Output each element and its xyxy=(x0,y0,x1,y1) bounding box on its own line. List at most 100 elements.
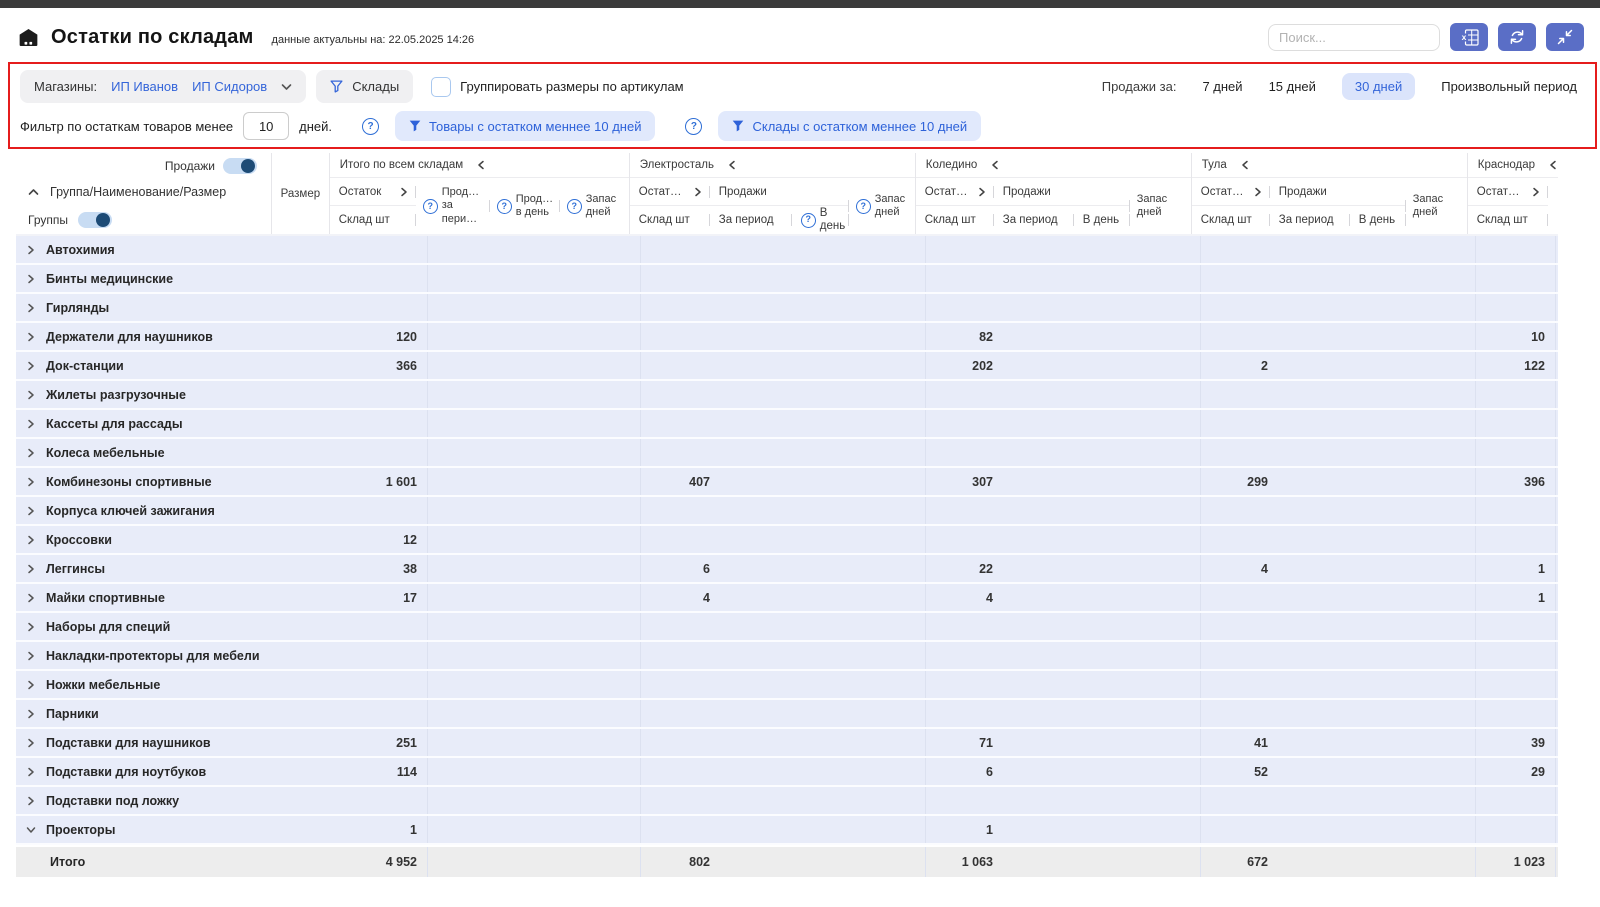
collapse-view-button[interactable] xyxy=(1546,23,1584,51)
chevron-right-icon[interactable] xyxy=(26,796,36,806)
table-row[interactable]: Гирлянды xyxy=(16,294,1558,323)
table-row[interactable]: Кассеты для рассады xyxy=(16,410,1558,439)
table-row[interactable]: Парники xyxy=(16,700,1558,729)
chevron-right-icon[interactable] xyxy=(26,332,36,342)
shops-selector[interactable]: Магазины: ИП Иванов ИП Сидоров xyxy=(20,70,307,103)
chevron-right-icon[interactable] xyxy=(26,564,36,574)
group-name-cell[interactable]: Жилеты разгрузочные xyxy=(16,381,281,408)
period-custom[interactable]: Произвольный период xyxy=(1441,79,1577,94)
chevron-right-icon[interactable] xyxy=(26,245,36,255)
stock-days-input[interactable] xyxy=(243,112,290,140)
chevron-right-icon[interactable] xyxy=(26,622,36,632)
period-15-days[interactable]: 15 дней xyxy=(1269,79,1316,94)
collapse-section-icon[interactable] xyxy=(476,160,486,170)
chevron-down-icon[interactable] xyxy=(26,825,36,835)
products-low-stock-button[interactable]: Товары с остатком меннее 10 дней xyxy=(395,111,656,141)
help-icon[interactable] xyxy=(422,198,438,214)
expand-stock-icon[interactable] xyxy=(977,187,987,197)
group-name-cell[interactable]: Колеса мебельные xyxy=(16,439,281,466)
warehouses-filter-button[interactable]: Склады xyxy=(316,70,414,103)
table-row[interactable]: Колеса мебельные xyxy=(16,439,1558,468)
groups-toggle[interactable] xyxy=(77,212,112,228)
refresh-button[interactable] xyxy=(1498,23,1536,51)
period-30-days[interactable]: 30 дней xyxy=(1341,73,1416,100)
table-row[interactable]: Леггинсы 38 6 22 4 1 xyxy=(16,555,1558,584)
group-name-cell[interactable]: Накладки-протекторы для мебели xyxy=(16,642,281,669)
group-name-cell[interactable]: Комбинезоны спортивные xyxy=(16,468,281,495)
expand-stock-icon[interactable] xyxy=(1531,187,1541,197)
collapse-section-icon[interactable] xyxy=(990,160,1000,170)
group-name-cell[interactable]: Наборы для специй xyxy=(16,613,281,640)
chevron-right-icon[interactable] xyxy=(26,738,36,748)
group-name-cell[interactable]: Автохимия xyxy=(16,236,281,263)
chevron-right-icon[interactable] xyxy=(26,361,36,371)
table-row[interactable]: Подставки для ноутбуков 114 6 52 29 xyxy=(16,758,1558,787)
table-row[interactable]: Проекторы 1 1 xyxy=(16,816,1558,845)
search-input[interactable] xyxy=(1268,23,1440,51)
table-row[interactable]: Жилеты разгрузочные xyxy=(16,381,1558,410)
chevron-right-icon[interactable] xyxy=(26,448,36,458)
group-name-cell[interactable]: Парники xyxy=(16,700,281,727)
table-row[interactable]: Бинты медицинские xyxy=(16,265,1558,294)
collapse-section-icon[interactable] xyxy=(727,160,737,170)
help-icon[interactable] xyxy=(800,212,816,228)
chevron-right-icon[interactable] xyxy=(26,680,36,690)
chevron-right-icon[interactable] xyxy=(26,709,36,719)
chevron-right-icon[interactable] xyxy=(26,767,36,777)
table-row[interactable]: Наборы для специй xyxy=(16,613,1558,642)
collapse-section-icon[interactable] xyxy=(1240,160,1250,170)
expand-stock-icon[interactable] xyxy=(1253,187,1263,197)
chevron-right-icon[interactable] xyxy=(26,651,36,661)
chevron-right-icon[interactable] xyxy=(26,419,36,429)
help-icon[interactable] xyxy=(855,198,871,214)
group-name-cell[interactable]: Майки спортивные xyxy=(16,584,281,611)
chevron-down-icon[interactable] xyxy=(281,83,292,91)
help-icon[interactable] xyxy=(496,198,512,214)
period-7-days[interactable]: 7 дней xyxy=(1202,79,1242,94)
table-row[interactable]: Майки спортивные 17 4 4 1 xyxy=(16,584,1558,613)
help-icon[interactable] xyxy=(685,117,703,135)
chevron-up-icon[interactable] xyxy=(28,188,39,196)
sales-toggle[interactable] xyxy=(222,157,257,174)
group-name-cell[interactable]: Подставки под ложку xyxy=(16,787,281,814)
group-name-cell[interactable]: Ножки мебельные xyxy=(16,671,281,698)
chevron-right-icon[interactable] xyxy=(26,274,36,284)
expand-stock-icon[interactable] xyxy=(399,187,409,197)
table-row[interactable]: Ножки мебельные xyxy=(16,671,1558,700)
group-name-cell[interactable]: Проекторы xyxy=(16,816,281,843)
table-row[interactable]: Док-станции 366 202 2 122 xyxy=(16,352,1558,381)
help-icon[interactable] xyxy=(566,198,582,214)
group-sizes-checkbox[interactable] xyxy=(431,76,452,97)
excel-export-button[interactable]: x xyxy=(1450,23,1488,51)
chevron-right-icon[interactable] xyxy=(26,593,36,603)
collapse-section-icon[interactable] xyxy=(1548,160,1558,170)
chevron-right-icon[interactable] xyxy=(26,535,36,545)
group-name-cell[interactable]: Кроссовки xyxy=(16,526,281,553)
table-row[interactable]: Подставки под ложку xyxy=(16,787,1558,816)
chevron-right-icon[interactable] xyxy=(26,477,36,487)
group-name-cell[interactable]: Держатели для наушников xyxy=(16,323,281,350)
group-name-cell[interactable]: Подставки для ноутбуков xyxy=(16,758,281,785)
table-row[interactable]: Комбинезоны спортивные 1 601 407 307 299 396 xyxy=(16,468,1558,497)
chevron-right-icon[interactable] xyxy=(26,303,36,313)
table-row[interactable]: Кроссовки 12 xyxy=(16,526,1558,555)
table-row[interactable]: Держатели для наушников 120 82 10 xyxy=(16,323,1558,352)
table-row[interactable]: Накладки-протекторы для мебели xyxy=(16,642,1558,671)
table-row[interactable]: Корпуса ключей зажигания xyxy=(16,497,1558,526)
table-row[interactable]: Автохимия xyxy=(16,236,1558,265)
group-name-cell[interactable]: Подставки для наушников xyxy=(16,729,281,756)
expand-stock-icon[interactable] xyxy=(693,187,703,197)
group-name-cell[interactable]: Корпуса ключей зажигания xyxy=(16,497,281,524)
shop-link-ivanov[interactable]: ИП Иванов xyxy=(111,79,178,94)
table-row[interactable]: Подставки для наушников 251 71 41 39 xyxy=(16,729,1558,758)
group-name-cell[interactable]: Кассеты для рассады xyxy=(16,410,281,437)
chevron-right-icon[interactable] xyxy=(26,506,36,516)
group-name-cell[interactable]: Бинты медицинские xyxy=(16,265,281,292)
group-name-cell[interactable]: Док-станции xyxy=(16,352,281,379)
warehouses-low-stock-button[interactable]: Склады с остатком меннее 10 дней xyxy=(718,111,982,141)
help-icon[interactable] xyxy=(362,117,380,135)
group-name-cell[interactable]: Леггинсы xyxy=(16,555,281,582)
group-name-cell[interactable]: Гирлянды xyxy=(16,294,281,321)
chevron-right-icon[interactable] xyxy=(26,390,36,400)
shop-link-sidorov[interactable]: ИП Сидоров xyxy=(192,79,267,94)
